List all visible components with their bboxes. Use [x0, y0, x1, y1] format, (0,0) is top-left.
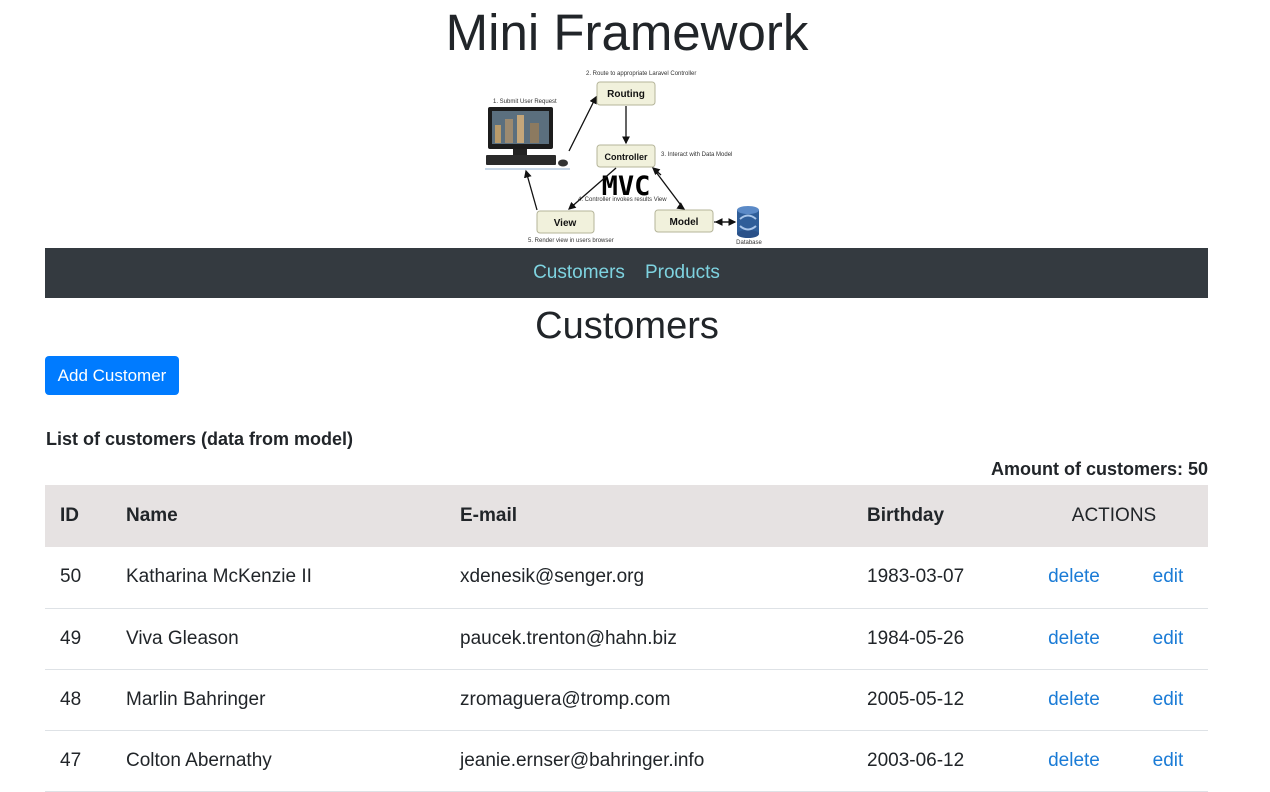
delete-link[interactable]: delete	[1048, 750, 1100, 771]
diagram-step5-label: 5. Render view in users browser	[528, 238, 614, 244]
mvc-diagram-banner: 2. Route to appropriate Laravel Controll…	[485, 69, 768, 248]
header-id: ID	[60, 505, 79, 526]
diagram-model-label: Model	[670, 217, 699, 228]
main-navbar: Customers Products	[45, 248, 1208, 298]
diagram-mvc-label: MVC	[602, 171, 651, 202]
diagram-step1-label: 1. Submit User Request	[493, 99, 557, 105]
nav-item-products[interactable]: Products	[645, 262, 720, 284]
cell-name: Katharina McKenzie II	[126, 566, 312, 588]
diagram-database-label: Database	[736, 240, 762, 246]
customers-table: ID Name E-mail Birthday ACTIONS 50 Katha…	[45, 485, 1208, 792]
cell-email: zromaguera@tromp.com	[460, 688, 671, 710]
edit-link[interactable]: edit	[1153, 750, 1184, 771]
delete-link[interactable]: delete	[1048, 628, 1100, 649]
nav-item-customers[interactable]: Customers	[533, 262, 625, 284]
add-customer-button[interactable]: Add Customer	[45, 356, 179, 395]
cell-id: 50	[60, 566, 82, 588]
header-actions: ACTIONS	[1071, 505, 1157, 526]
cell-name: Colton Abernathy	[126, 749, 272, 771]
header-email: E-mail	[460, 505, 518, 526]
delete-link[interactable]: delete	[1048, 566, 1100, 587]
cell-email: xdenesik@senger.org	[460, 566, 645, 588]
diagram-step3-label: 3. Interact with Data Model	[661, 152, 732, 158]
delete-link[interactable]: delete	[1048, 689, 1100, 710]
diagram-routing-label: Routing	[607, 89, 645, 100]
cell-birthday: 2003-06-12	[867, 749, 965, 771]
table-row: 49 Viva Gleason paucek.trenton@hahn.biz …	[45, 608, 1208, 669]
cell-id: 49	[60, 627, 82, 649]
customer-count-label: Amount of customers: 50	[990, 459, 1208, 479]
header-name: Name	[126, 505, 178, 526]
page-title: Customers	[535, 305, 719, 347]
cell-birthday: 1983-03-07	[867, 566, 965, 588]
table-header-row: ID Name E-mail Birthday ACTIONS	[45, 485, 1208, 547]
table-row: 50 Katharina McKenzie II xdenesik@senger…	[45, 547, 1208, 608]
cell-birthday: 1984-05-26	[867, 627, 965, 649]
cell-name: Viva Gleason	[126, 627, 239, 649]
edit-link[interactable]: edit	[1153, 566, 1184, 587]
cell-id: 47	[60, 749, 82, 771]
table-row: 48 Marlin Bahringer zromaguera@tromp.com…	[45, 669, 1208, 730]
list-caption: List of customers (data from model)	[46, 429, 354, 449]
header-birthday: Birthday	[867, 505, 945, 526]
diagram-view-label: View	[554, 218, 577, 229]
site-title: Mini Framework	[445, 4, 809, 61]
edit-link[interactable]: edit	[1153, 689, 1184, 710]
database-icon	[737, 206, 759, 238]
cell-id: 48	[60, 688, 82, 710]
cell-email: jeanie.ernser@bahringer.info	[460, 749, 705, 771]
edit-link[interactable]: edit	[1153, 628, 1184, 649]
diagram-controller-label: Controller	[604, 152, 647, 162]
computer-icon	[486, 107, 568, 167]
table-row: 47 Colton Abernathy jeanie.ernser@bahrin…	[45, 730, 1208, 791]
cell-birthday: 2005-05-12	[867, 688, 965, 710]
cell-name: Marlin Bahringer	[126, 688, 266, 710]
diagram-step2-label: 2. Route to appropriate Laravel Controll…	[586, 71, 696, 77]
mvc-diagram: 2. Route to appropriate Laravel Controll…	[485, 71, 763, 246]
cell-email: paucek.trenton@hahn.biz	[460, 627, 677, 649]
